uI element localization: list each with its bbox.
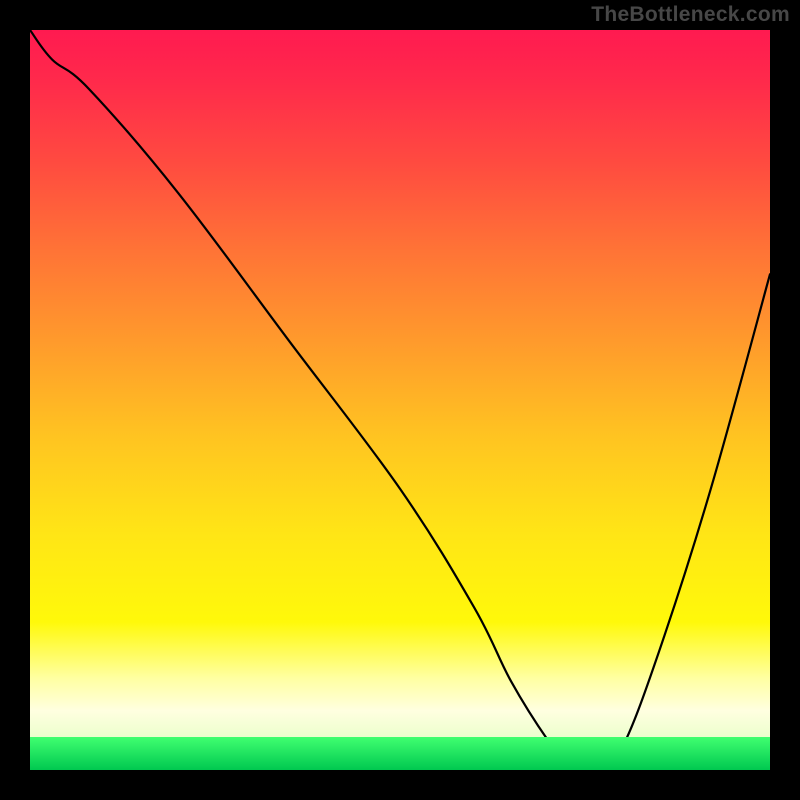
watermark-text: TheBottleneck.com [591,3,790,27]
curve-layer [30,30,770,770]
plot-area [30,30,770,770]
bottleneck-curve [30,30,770,769]
green-strip [30,737,770,770]
chart-stage: TheBottleneck.com [0,0,800,800]
